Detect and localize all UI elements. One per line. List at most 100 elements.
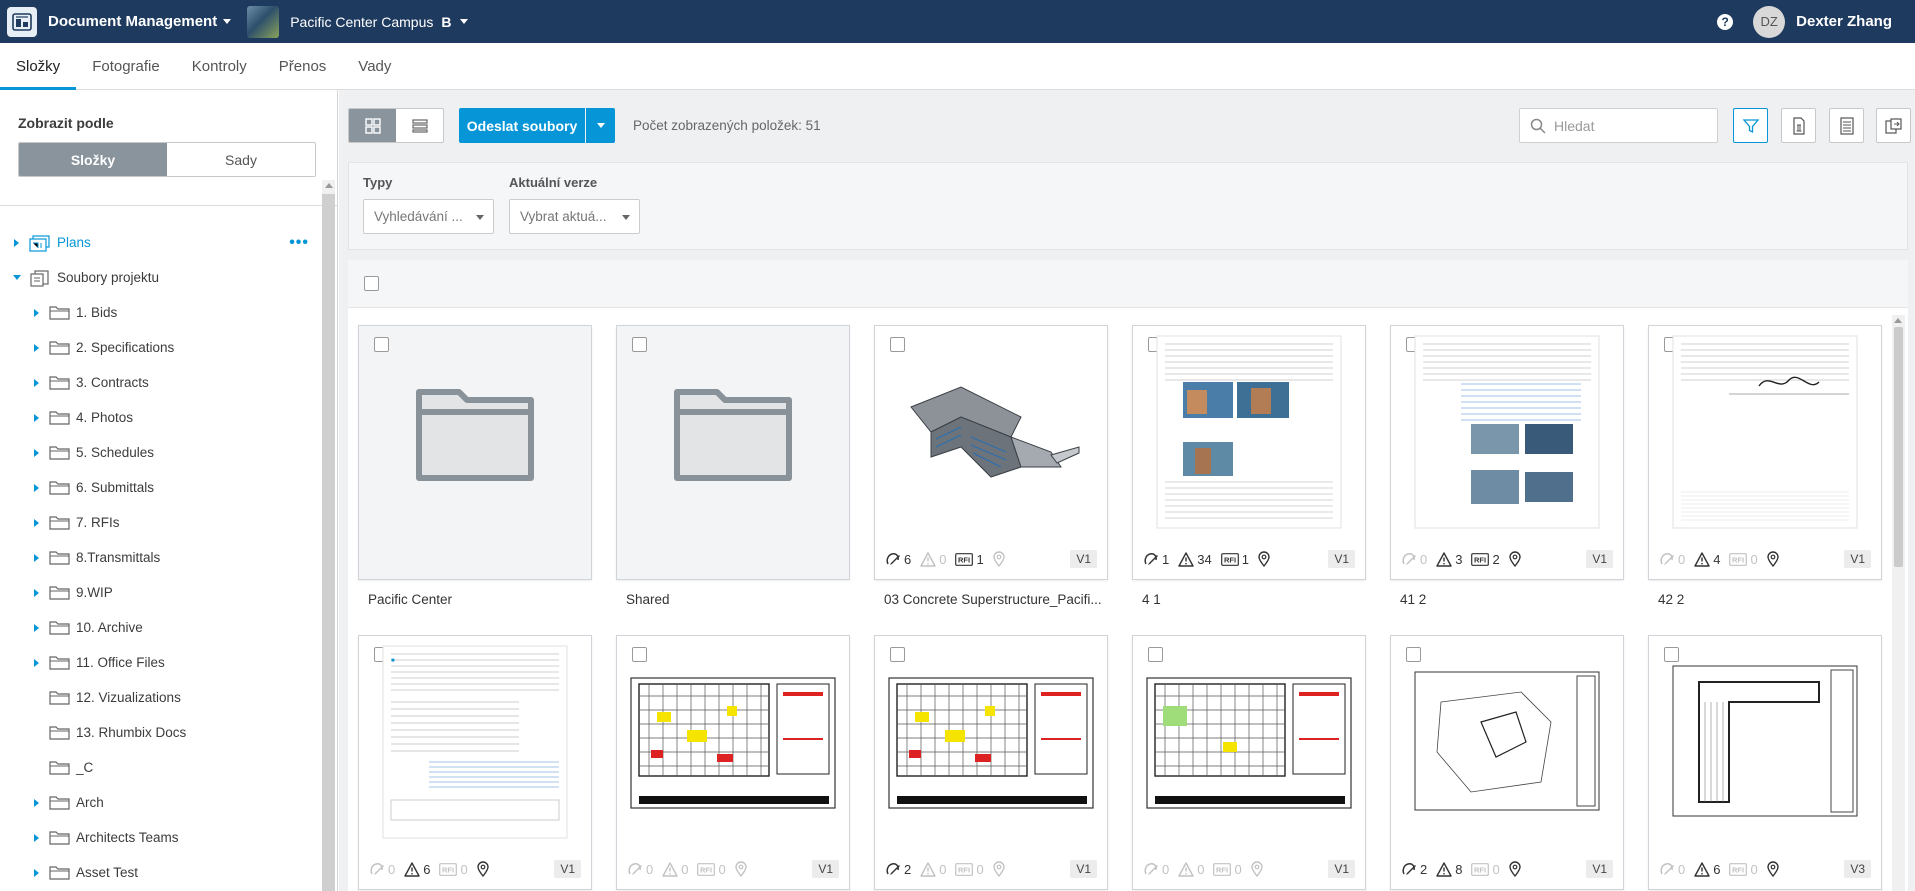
file-name[interactable]: Shared [626,592,860,607]
rfis-count[interactable]: RFI 0 [439,862,468,877]
caret-right-icon[interactable] [14,238,19,247]
caret-right-icon[interactable] [34,343,39,352]
tree-item[interactable]: Soubory projektu [0,260,320,295]
location-pin-icon[interactable] [1509,861,1521,877]
caret-right-icon[interactable] [34,518,39,527]
version-badge[interactable]: V1 [1070,860,1097,878]
tree-item[interactable]: _C [0,750,320,785]
location-pin-icon[interactable] [477,861,489,877]
view-by-segment-0[interactable]: Složky [19,143,167,176]
caret-right-icon[interactable] [34,553,39,562]
project-switcher[interactable]: Pacific Center Campus B [290,14,468,30]
sidebar-scrollbar[interactable] [322,180,335,891]
folder-card[interactable] [616,325,850,580]
location-pin-icon[interactable] [735,861,747,877]
file-card[interactable]: 2 8 RFI 0 V1 [1390,635,1624,890]
select-all-checkbox[interactable] [364,276,379,291]
tree-item[interactable]: Arch [0,785,320,820]
tree-item[interactable]: 10. Archive [0,610,320,645]
rfis-count[interactable]: RFI 0 [1729,552,1758,567]
version-filter-select[interactable]: Vybrat aktuá... [509,199,640,234]
rfis-count[interactable]: RFI 0 [1729,862,1758,877]
tab-2[interactable]: Kontroly [176,43,263,89]
file-card[interactable]: 0 3 RFI 2 V1 [1390,325,1624,580]
issues-count[interactable]: 8 [1436,862,1462,877]
upload-options-button[interactable] [586,108,615,143]
markups-count[interactable]: 0 [1401,551,1427,567]
issues-count[interactable]: 0 [920,862,946,877]
file-name[interactable]: 4 1 [1142,592,1376,607]
project-thumbnail[interactable] [247,5,280,38]
sidebar-scroll-thumb[interactable] [322,194,335,891]
caret-right-icon[interactable] [34,308,39,317]
markups-count[interactable]: 1 [1143,551,1169,567]
tree-item[interactable]: 6. Submittals [0,470,320,505]
issues-count[interactable]: 0 [662,862,688,877]
scroll-up-icon[interactable] [1894,318,1902,323]
issues-count[interactable]: 6 [404,862,430,877]
location-pin-icon[interactable] [1767,861,1779,877]
rfis-count[interactable]: RFI 1 [1220,552,1249,567]
tree-item[interactable]: 9.WIP [0,575,320,610]
types-filter-select[interactable]: Vyhledávání ... [363,199,494,234]
rfis-count[interactable]: RFI 2 [1471,552,1500,567]
file-card[interactable]: ■ 0 6 RFI 0 V1 [358,635,592,890]
issues-count[interactable]: 0 [920,552,946,567]
file-card[interactable]: 1 34 RFI 1 V1 [1132,325,1366,580]
issues-count[interactable]: 3 [1436,552,1462,567]
file-card[interactable]: 0 0 RFI 0 V1 [616,635,850,890]
location-pin-icon[interactable] [1767,551,1779,567]
issues-count[interactable]: 6 [1694,862,1720,877]
more-options-icon[interactable]: ••• [289,234,309,252]
tab-4[interactable]: Vady [342,43,407,89]
search-input[interactable] [1554,117,1704,134]
tree-item[interactable]: 12. Vizualizations [0,680,320,715]
markups-count[interactable]: 0 [1659,861,1685,877]
file-card[interactable]: 0 0 RFI 0 V1 [1132,635,1366,890]
tree-item[interactable]: Architects Teams [0,820,320,855]
caret-right-icon[interactable] [34,448,39,457]
caret-right-icon[interactable] [34,833,39,842]
tree-item[interactable]: 13. Rhumbix Docs [0,715,320,750]
rfis-count[interactable]: RFI 1 [955,552,984,567]
module-switcher[interactable]: Document Management [48,13,232,30]
location-pin-icon[interactable] [1251,861,1263,877]
list-view-button[interactable] [396,109,443,142]
avatar[interactable]: DZ [1753,5,1786,38]
tree-item[interactable]: Plans ••• [0,225,320,260]
caret-right-icon[interactable] [34,588,39,597]
tab-0[interactable]: Složky [0,43,77,90]
compare-button[interactable] [1876,108,1911,143]
caret-right-icon[interactable] [34,483,39,492]
tree-item[interactable]: 7. RFIs [0,505,320,540]
tree-item[interactable]: 2. Specifications [0,330,320,365]
markups-count[interactable]: 0 [369,861,395,877]
file-name[interactable]: 41 2 [1400,592,1634,607]
file-card[interactable]: 2 0 RFI 0 V1 [874,635,1108,890]
view-by-segment-1[interactable]: Sady [167,143,315,176]
file-card[interactable]: 6 0 RFI 1 V1 [874,325,1108,580]
markups-count[interactable]: 0 [627,861,653,877]
file-card[interactable]: 0 6 RFI 0 V3 [1648,635,1882,890]
grid-scrollbar[interactable] [1892,315,1905,891]
tree-item[interactable]: 3. Contracts [0,365,320,400]
upload-files-button[interactable]: Odeslat soubory [459,108,585,143]
export-log-button[interactable] [1829,108,1864,143]
tree-item[interactable]: 4. Photos [0,400,320,435]
tab-1[interactable]: Fotografie [76,43,176,89]
markups-count[interactable]: 2 [885,861,911,877]
tree-item[interactable]: 5. Schedules [0,435,320,470]
caret-right-icon[interactable] [34,798,39,807]
issues-count[interactable]: 4 [1694,552,1720,567]
file-name[interactable]: 03 Concrete Superstructure_Pacifi... [884,592,1118,607]
version-badge[interactable]: V1 [1586,860,1613,878]
help-icon[interactable]: ? [1717,13,1734,30]
location-pin-icon[interactable] [1258,551,1270,567]
caret-right-icon[interactable] [34,868,39,877]
file-name[interactable]: 42 2 [1658,592,1892,607]
location-pin-icon[interactable] [1509,551,1521,567]
folder-card[interactable] [358,325,592,580]
location-pin-icon[interactable] [993,861,1005,877]
rfis-count[interactable]: RFI 0 [1471,862,1500,877]
version-badge[interactable]: V1 [554,860,581,878]
